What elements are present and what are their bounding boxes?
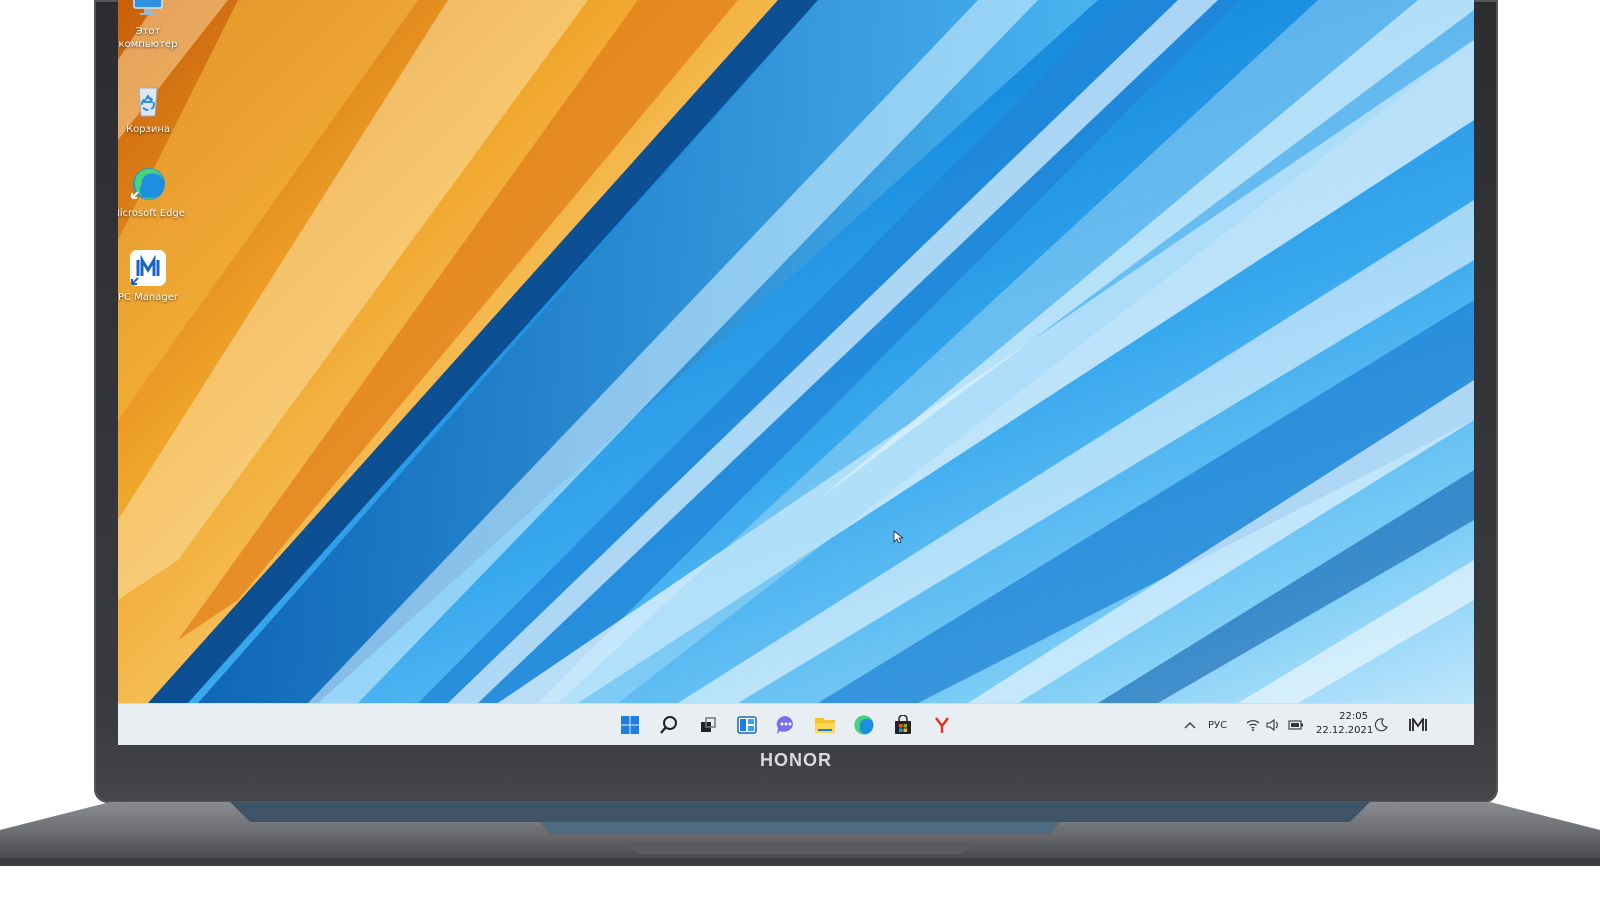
this-pc-icon: [128, 0, 168, 22]
language-label: РУС: [1208, 719, 1228, 731]
widgets-icon: [737, 716, 757, 734]
yandex-browser-icon: [935, 717, 949, 733]
battery-button[interactable]: [1288, 704, 1304, 745]
pc-manager-icon: [128, 248, 168, 288]
desktop-wallpaper[interactable]: Этот компьютер Корзина Microsoft Edge PC…: [118, 0, 1474, 703]
store-icon: [895, 715, 911, 734]
chevron-up-icon: [1184, 722, 1196, 729]
desktop-icon-label: PC Manager: [118, 292, 179, 303]
clock[interactable]: 22:05 22.12.2021: [1316, 710, 1374, 738]
tray-overflow-button[interactable]: [1184, 704, 1196, 745]
store-button[interactable]: [890, 712, 916, 738]
task-view-button[interactable]: [695, 712, 721, 738]
desktop-icon-edge[interactable]: Microsoft Edge: [118, 164, 186, 220]
volume-button[interactable]: [1266, 704, 1280, 745]
desktop-icon-pc-manager[interactable]: PC Manager: [118, 248, 186, 304]
clock-date: 22.12.2021: [1316, 725, 1374, 736]
wifi-icon: [1246, 720, 1260, 731]
laptop-base-art: [0, 802, 1600, 866]
widgets-button[interactable]: [734, 712, 760, 738]
pc-manager-tray-button[interactable]: [1408, 704, 1428, 745]
task-view-icon: [701, 717, 716, 732]
edge-icon: [128, 164, 168, 204]
desktop-icon-label: Корзина: [125, 124, 171, 135]
recycle-bin-icon: [128, 80, 168, 120]
start-button[interactable]: [617, 712, 643, 738]
file-explorer-icon: [815, 718, 835, 733]
focus-assist-button[interactable]: [1374, 704, 1388, 745]
taskbar: РУС 22:05 22.12.2021: [118, 703, 1474, 745]
pc-manager-icon: [1409, 718, 1427, 731]
screen: Этот компьютер Корзина Microsoft Edge PC…: [118, 0, 1474, 745]
yandex-browser-button[interactable]: [929, 712, 955, 738]
desktop-icon-this-pc[interactable]: Этот компьютер: [118, 0, 186, 51]
desktop-icon-label: Этот компьютер: [118, 26, 178, 50]
network-button[interactable]: [1246, 704, 1260, 745]
wallpaper-art: [118, 0, 1474, 703]
desktop-icon-recycle-bin[interactable]: Корзина: [118, 80, 186, 136]
laptop-base: [0, 802, 1600, 892]
desktop-icon-label: Microsoft Edge: [118, 208, 185, 219]
clock-time: 22:05: [1339, 711, 1368, 722]
search-icon: [660, 716, 677, 734]
start-icon: [621, 716, 639, 734]
laptop-lid: Этот компьютер Корзина Microsoft Edge PC…: [94, 0, 1498, 803]
edge-button[interactable]: [851, 712, 877, 738]
moon-icon: [1374, 718, 1388, 732]
language-indicator[interactable]: РУС: [1208, 704, 1227, 745]
chat-icon: [776, 715, 793, 734]
brand-logo: HONOR: [760, 750, 832, 770]
file-explorer-button[interactable]: [812, 712, 838, 738]
chat-button[interactable]: [773, 712, 799, 738]
speaker-icon: [1266, 719, 1278, 731]
search-button[interactable]: [656, 712, 682, 738]
edge-icon: [854, 715, 874, 735]
battery-icon: [1288, 720, 1303, 730]
